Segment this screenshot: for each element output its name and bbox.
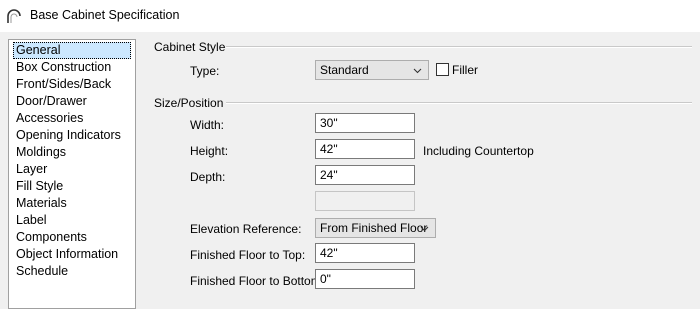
disabled-field — [315, 191, 415, 211]
depth-field[interactable] — [315, 165, 415, 185]
sidebar-item-accessories[interactable]: Accessories — [14, 110, 85, 127]
type-label: Type: — [190, 64, 220, 78]
sidebar-item-label[interactable]: Label — [14, 212, 49, 229]
sidebar-item-opening-indicators[interactable]: Opening Indicators — [14, 127, 123, 144]
floor-to-bottom-label: Finished Floor to Bottom: — [190, 274, 325, 288]
type-dropdown-value: Standard — [320, 63, 369, 77]
size-position-group-label: Size/Position — [154, 96, 224, 110]
sidebar-item-door-drawer[interactable]: Door/Drawer — [14, 93, 89, 110]
filler-checkbox[interactable] — [436, 63, 449, 76]
height-field[interactable] — [315, 139, 415, 159]
sidebar-item-general[interactable]: General — [13, 42, 131, 59]
width-field[interactable] — [315, 113, 415, 133]
chevron-down-icon — [413, 68, 422, 74]
sidebar-item-schedule[interactable]: Schedule — [14, 263, 70, 280]
arch-icon — [7, 9, 21, 23]
floor-to-bottom-field[interactable] — [315, 269, 415, 289]
sidebar-item-fill-style[interactable]: Fill Style — [14, 178, 65, 195]
cabinet-style-divider — [226, 46, 692, 48]
sidebar-item-box-construction[interactable]: Box Construction — [14, 59, 113, 76]
sidebar-item-object-information[interactable]: Object Information — [14, 246, 120, 263]
category-list[interactable]: General Box Construction Front/Sides/Bac… — [8, 39, 136, 309]
height-label: Height: — [190, 144, 229, 158]
height-note: Including Countertop — [423, 144, 534, 158]
type-dropdown[interactable]: Standard — [315, 60, 429, 80]
size-position-divider — [226, 102, 692, 104]
window-title: Base Cabinet Specification — [30, 8, 180, 22]
floor-to-top-field[interactable] — [315, 243, 415, 263]
sidebar-item-front-sides-back[interactable]: Front/Sides/Back — [14, 76, 113, 93]
elevation-reference-dropdown[interactable]: From Finished Floor — [315, 218, 436, 238]
cabinet-style-group-label: Cabinet Style — [154, 40, 226, 54]
title-bar: Base Cabinet Specification — [0, 0, 700, 32]
elevation-reference-value: From Finished Floor — [320, 221, 428, 235]
sidebar-item-components[interactable]: Components — [14, 229, 89, 246]
depth-label: Depth: — [190, 170, 226, 184]
chevron-down-icon — [420, 226, 429, 232]
sidebar-item-materials[interactable]: Materials — [14, 195, 69, 212]
floor-to-top-label: Finished Floor to Top: — [190, 248, 306, 262]
sidebar-item-moldings[interactable]: Moldings — [14, 144, 68, 161]
filler-label: Filler — [452, 63, 478, 77]
sidebar-item-layer[interactable]: Layer — [14, 161, 49, 178]
width-label: Width: — [190, 118, 225, 132]
elevation-reference-label: Elevation Reference: — [190, 222, 302, 236]
